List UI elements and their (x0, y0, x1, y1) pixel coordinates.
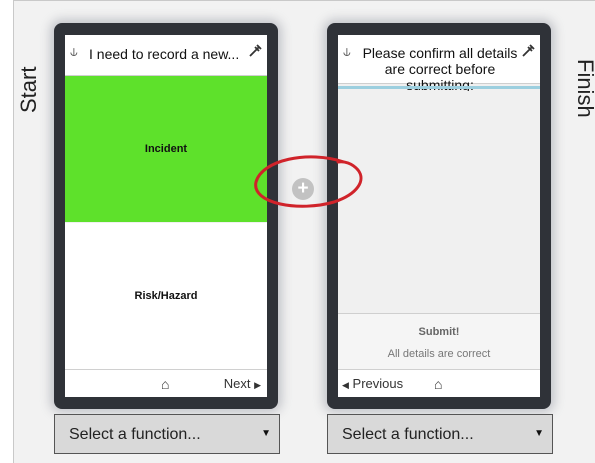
function-select-finish[interactable]: Select a function... ▼ (327, 414, 553, 454)
previous-label: Previous (352, 376, 404, 391)
select-value: Select a function... (69, 426, 201, 443)
screen-header: ⫝ Please confirm all details are correct… (338, 35, 540, 93)
start-label: Start (16, 66, 41, 113)
chevron-left-icon: ◀ (342, 380, 349, 390)
chevron-down-icon: ▼ (534, 428, 544, 439)
screen-footer: ◀ Previous ⌂ (338, 369, 540, 397)
option-incident[interactable]: Incident (65, 76, 267, 222)
pin-icon[interactable]: ⫝ (343, 44, 351, 60)
next-label: Next (223, 376, 251, 391)
phone-frame-start: ⫝ I need to record a new... Incident Ris… (54, 23, 278, 409)
plug-icon[interactable] (522, 44, 535, 60)
select-value: Select a function... (342, 426, 474, 443)
submit-description: All details are correct (387, 348, 491, 360)
phone-screen: ⫝ Please confirm all details are correct… (338, 35, 540, 397)
option-risk-hazard[interactable]: Risk/Hazard (65, 223, 267, 369)
submit-button[interactable]: Submit! All details are correct (338, 313, 540, 370)
annotation-circle (254, 155, 363, 208)
home-icon[interactable]: ⌂ (434, 376, 442, 392)
chevron-right-icon: ▶ (254, 380, 261, 390)
finish-label: Finish (573, 59, 595, 118)
plug-icon[interactable] (249, 44, 262, 60)
home-icon[interactable]: ⌂ (161, 376, 169, 392)
chevron-down-icon: ▼ (261, 428, 271, 439)
submit-label: Submit! (418, 326, 460, 338)
function-select-start[interactable]: Select a function... ▼ (54, 414, 280, 454)
screen-title: I need to record a new... (89, 46, 240, 62)
header-divider (338, 86, 540, 89)
screen-header: ⫝ I need to record a new... (65, 35, 267, 76)
summary-area (338, 91, 540, 313)
screen-footer: ⌂ Next ▶ (65, 369, 267, 397)
previous-button[interactable]: ◀ Previous (342, 376, 403, 391)
phone-screen: ⫝ I need to record a new... Incident Ris… (65, 35, 267, 397)
next-button[interactable]: Next ▶ (224, 376, 261, 391)
pin-icon[interactable]: ⫝ (70, 44, 78, 60)
